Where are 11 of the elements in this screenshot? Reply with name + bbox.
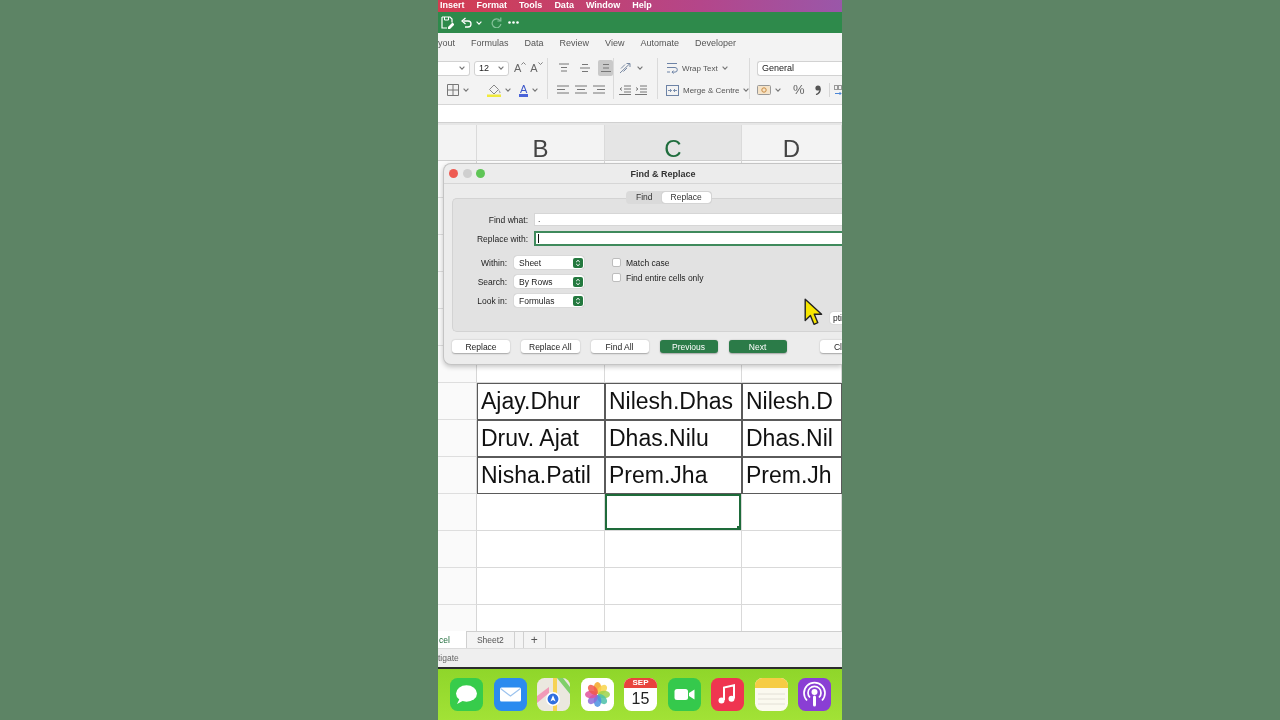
checkbox-label: Find entire cells only [626, 272, 704, 283]
calendar-day: 15 [631, 688, 650, 710]
dropdown-label: Look in: [476, 295, 507, 306]
dropdown-label: Search: [476, 276, 507, 287]
dropdown-label: Within: [480, 257, 507, 268]
checkbox-label: Match case [626, 257, 670, 268]
field-label: Find what: [487, 214, 528, 225]
calendar-month: SEP [624, 678, 657, 688]
status-text: tigate [438, 653, 459, 663]
field-label: Replace with: [475, 233, 528, 244]
dialog-title: Find & Replace [630, 168, 696, 179]
